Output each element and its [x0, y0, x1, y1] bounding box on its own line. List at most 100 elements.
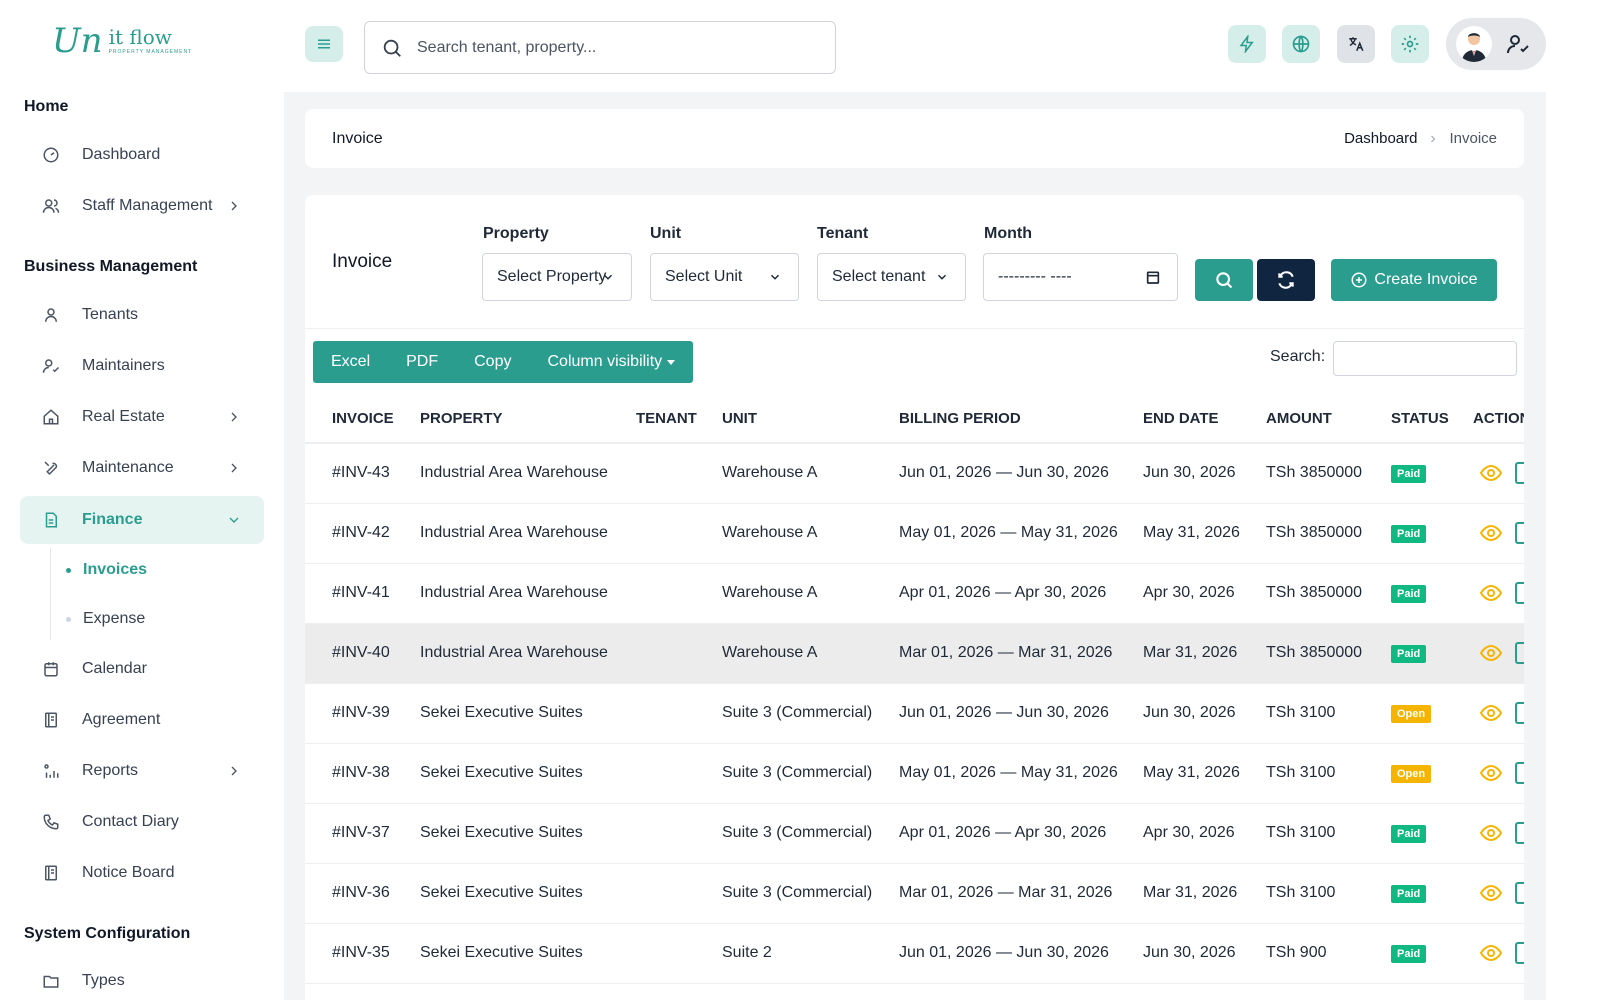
month-input[interactable]: --------- ---- — [983, 253, 1178, 301]
eye-icon[interactable] — [1479, 701, 1503, 725]
sidebar-item-label: Notice Board — [82, 864, 175, 881]
tenant-select[interactable]: Select tenant — [817, 253, 966, 301]
table-row[interactable]: #INV-40 Industrial Area Warehouse Warehous… — [305, 623, 1524, 684]
quick-actions-button[interactable] — [1228, 25, 1266, 63]
eye-icon[interactable] — [1479, 461, 1503, 485]
search-filter-button[interactable] — [1195, 259, 1253, 301]
sidebar-item-maintenance[interactable]: Maintenance — [20, 444, 264, 492]
unit-select[interactable]: Select Unit — [650, 253, 799, 301]
table-search-label: Search: — [1270, 348, 1326, 365]
cell-end-date: Jun 30, 2026 — [1143, 923, 1266, 984]
chevron-down-icon — [770, 274, 780, 280]
row-actions — [1473, 881, 1524, 905]
table-row[interactable]: #INV-38 Sekei Executive Suites Suite 3 (Co… — [305, 743, 1524, 804]
edit-icon[interactable] — [1515, 702, 1524, 724]
table-search-input[interactable] — [1333, 341, 1517, 376]
brand-logo[interactable]: Un it flow PROPERTY MANAGEMENT — [52, 18, 192, 64]
sidebar-item-finance[interactable]: Finance — [20, 496, 264, 544]
eye-icon[interactable] — [1479, 761, 1503, 785]
sidebar-item-calendar[interactable]: Calendar — [20, 645, 264, 693]
search-input[interactable] — [417, 38, 817, 57]
property-select[interactable]: Select Property — [482, 253, 632, 301]
tenant-filter-label: Tenant — [817, 225, 869, 242]
chart-icon — [42, 762, 60, 780]
column-header-action: ACTION — [1473, 395, 1524, 444]
sidebar-item-reports[interactable]: Reports — [20, 747, 264, 795]
table-row[interactable]: #INV-35 Sekei Executive Suites Suite 2 Jun … — [305, 923, 1524, 984]
sidebar-item-dashboard[interactable]: Dashboard — [20, 131, 264, 179]
reset-filter-button[interactable] — [1257, 259, 1315, 301]
sidebar-item-label: Real Estate — [82, 408, 165, 425]
table-row[interactable]: #INV-42 Industrial Area Warehouse Warehous… — [305, 503, 1524, 564]
edit-icon[interactable] — [1515, 642, 1524, 664]
eye-icon[interactable] — [1479, 581, 1503, 605]
create-invoice-label: Create Invoice — [1374, 271, 1478, 288]
cell-unit: Warehouse A — [722, 503, 899, 564]
sidebar-item-maintainers[interactable]: Maintainers — [20, 342, 264, 390]
column-visibility-button[interactable]: Column visibility — [529, 341, 693, 383]
column-header-unit[interactable]: UNIT — [722, 395, 899, 444]
sidebar-item-staff-management[interactable]: Staff Management — [20, 182, 264, 230]
cell-property: Sekei Executive Suites — [420, 683, 636, 744]
sidebar-subitem-expense[interactable]: Expense — [66, 610, 145, 628]
sidebar-item-types[interactable]: Types — [20, 957, 264, 1000]
table-row[interactable]: #INV-36 Sekei Executive Suites Suite 3 (Co… — [305, 863, 1524, 924]
table-row[interactable]: #INV-43 Industrial Area Warehouse Warehous… — [305, 443, 1524, 504]
calendar-icon[interactable] — [1145, 269, 1161, 285]
table-row[interactable]: #INV-41 Industrial Area Warehouse Warehous… — [305, 563, 1524, 624]
sidebar-item-label: Calendar — [82, 660, 147, 677]
logo-subtitle: PROPERTY MANAGEMENT — [108, 49, 193, 55]
caret-down-icon — [667, 359, 676, 365]
excel-export-button[interactable]: Excel — [313, 341, 388, 383]
eye-icon[interactable] — [1479, 881, 1503, 905]
column-header-status[interactable]: STATUS — [1391, 395, 1473, 444]
sidebar-subitem-invoices[interactable]: Invoices — [66, 561, 147, 579]
sidebar-item-real-estate[interactable]: Real Estate — [20, 393, 264, 441]
edit-icon[interactable] — [1515, 762, 1524, 784]
eye-icon[interactable] — [1479, 941, 1503, 965]
column-header-billing-period[interactable]: BILLING PERIOD — [899, 395, 1143, 444]
cell-billing-period: Apr 01, 2026 — Apr 30, 2026 — [899, 803, 1143, 864]
cell-property: Industrial Area Warehouse — [420, 623, 636, 684]
edit-icon[interactable] — [1515, 882, 1524, 904]
edit-icon[interactable] — [1515, 462, 1524, 485]
eye-icon[interactable] — [1479, 521, 1503, 545]
sidebar-item-notice-board[interactable]: Notice Board — [20, 849, 264, 897]
column-header-end-date[interactable]: END DATE — [1143, 395, 1266, 444]
language-button[interactable] — [1282, 25, 1320, 63]
eye-icon[interactable] — [1479, 821, 1503, 845]
eye-icon[interactable] — [1479, 641, 1503, 665]
cell-property: Sekei Executive Suites — [420, 803, 636, 864]
sidebar-item-contact-diary[interactable]: Contact Diary — [20, 798, 264, 846]
edit-icon[interactable] — [1515, 942, 1524, 964]
global-search[interactable] — [364, 21, 836, 74]
edit-icon[interactable] — [1515, 582, 1524, 604]
sidebar-item-tenants[interactable]: Tenants — [20, 291, 264, 339]
user-menu[interactable] — [1446, 18, 1546, 70]
sidebar-item-agreement[interactable]: Agreement — [20, 696, 264, 744]
status-badge: Paid — [1391, 644, 1427, 663]
create-invoice-button[interactable]: Create Invoice — [1331, 259, 1497, 301]
cell-end-date: Mar 31, 2026 — [1143, 623, 1266, 684]
cell-amount: TSh 3850000 — [1266, 443, 1391, 504]
edit-icon[interactable] — [1515, 522, 1524, 544]
copy-button[interactable]: Copy — [456, 341, 529, 383]
table-row[interactable]: #INV-39 Sekei Executive Suites Suite 3 (Co… — [305, 683, 1524, 744]
pdf-export-button[interactable]: PDF — [388, 341, 456, 383]
column-header-invoice[interactable]: INVOICE — [305, 395, 420, 444]
column-header-amount[interactable]: AMOUNT — [1266, 395, 1391, 444]
breadcrumb-current: Invoice — [1449, 130, 1497, 147]
menu-toggle-button[interactable] — [305, 26, 343, 62]
translate-button[interactable] — [1337, 25, 1375, 63]
cell-unit: Suite 3 (Commercial) — [722, 743, 899, 804]
edit-icon[interactable] — [1515, 822, 1524, 844]
logo-mark: Un — [52, 21, 103, 61]
user-check-icon — [42, 357, 60, 375]
breadcrumb-dashboard-link[interactable]: Dashboard — [1344, 130, 1417, 147]
table-row[interactable]: #INV-37 Sekei Executive Suites Suite 3 (Co… — [305, 803, 1524, 864]
property-filter-label: Property — [483, 225, 549, 242]
column-header-property[interactable]: PROPERTY — [420, 395, 636, 444]
cell-invoice: #INV-41 — [305, 563, 420, 624]
settings-button[interactable] — [1391, 25, 1429, 63]
column-header-tenant[interactable]: TENANT — [636, 395, 722, 444]
